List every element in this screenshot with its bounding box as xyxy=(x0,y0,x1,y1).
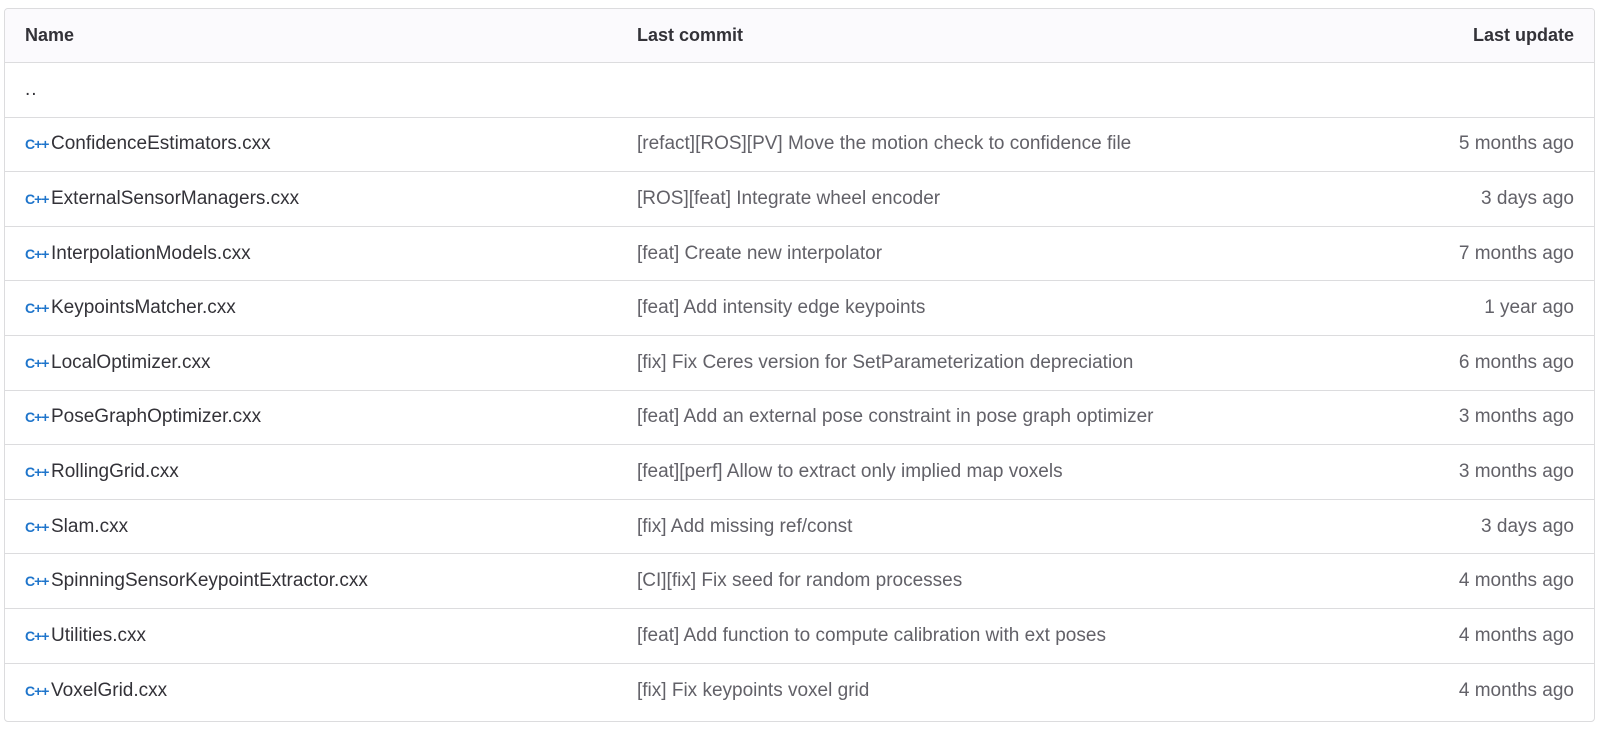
parent-directory-row[interactable]: .. xyxy=(5,63,1594,118)
file-name-link[interactable]: ConfidenceEstimators.cxx xyxy=(51,133,271,155)
file-name-link[interactable]: PoseGraphOptimizer.cxx xyxy=(51,406,261,428)
table-row[interactable]: C++ ExternalSensorManagers.cxx [ROS][fea… xyxy=(5,172,1594,227)
table-row[interactable]: C++ PoseGraphOptimizer.cxx [feat] Add an… xyxy=(5,391,1594,446)
cpp-file-icon: C++ xyxy=(25,190,49,207)
cpp-file-icon: C++ xyxy=(25,682,49,699)
table-row[interactable]: C++ LocalOptimizer.cxx [fix] Fix Ceres v… xyxy=(5,336,1594,391)
cpp-file-icon: C++ xyxy=(25,245,49,262)
last-update-time: 4 months ago xyxy=(1458,624,1574,646)
last-update-time: 3 months ago xyxy=(1458,460,1574,482)
file-name-cell: C++ InterpolationModels.cxx xyxy=(5,243,637,265)
cpp-file-icon: C++ xyxy=(25,354,49,371)
cpp-file-icon: C++ xyxy=(25,409,49,426)
file-name-link[interactable]: SpinningSensorKeypointExtractor.cxx xyxy=(51,570,368,592)
last-commit-message[interactable]: [ROS][feat] Integrate wheel encoder xyxy=(637,188,1234,210)
last-commit-message[interactable]: [feat][perf] Allow to extract only impli… xyxy=(637,461,1234,483)
file-name-cell: C++ KeypointsMatcher.cxx xyxy=(5,297,637,319)
last-commit-message[interactable]: [refact][ROS][PV] Move the motion check … xyxy=(637,133,1234,155)
table-row[interactable]: C++ VoxelGrid.cxx [fix] Fix keypoints vo… xyxy=(5,664,1594,719)
file-name-cell: C++ ConfidenceEstimators.cxx xyxy=(5,133,637,155)
table-row[interactable]: C++ ConfidenceEstimators.cxx [refact][RO… xyxy=(5,118,1594,173)
file-name-link[interactable]: KeypointsMatcher.cxx xyxy=(51,297,236,319)
file-name-link[interactable]: VoxelGrid.cxx xyxy=(51,680,167,702)
last-commit-message[interactable]: [fix] Fix Ceres version for SetParameter… xyxy=(637,352,1234,374)
file-name-link[interactable]: InterpolationModels.cxx xyxy=(51,243,251,265)
cpp-file-icon: C++ xyxy=(25,627,49,644)
file-name-cell: C++ ExternalSensorManagers.cxx xyxy=(5,188,637,210)
last-commit-message[interactable]: [feat] Add function to compute calibrati… xyxy=(637,625,1234,647)
file-name-link[interactable]: ExternalSensorManagers.cxx xyxy=(51,188,299,210)
table-row[interactable]: C++ RollingGrid.cxx [feat][perf] Allow t… xyxy=(5,445,1594,500)
last-update-time: 3 days ago xyxy=(1481,515,1574,537)
table-row[interactable]: C++ Slam.cxx [fix] Add missing ref/const… xyxy=(5,500,1594,555)
file-name-cell: C++ PoseGraphOptimizer.cxx xyxy=(5,406,637,428)
file-name-cell: C++ RollingGrid.cxx xyxy=(5,461,637,483)
file-name-cell: C++ LocalOptimizer.cxx xyxy=(5,352,637,374)
last-commit-message[interactable]: [fix] Fix keypoints voxel grid xyxy=(637,680,1234,702)
file-name-link[interactable]: LocalOptimizer.cxx xyxy=(51,352,210,374)
last-update-time: 4 months ago xyxy=(1458,570,1574,592)
last-commit-message[interactable]: [feat] Add an external pose constraint i… xyxy=(637,406,1234,428)
cpp-file-icon: C++ xyxy=(25,136,49,153)
cpp-file-icon: C++ xyxy=(25,518,49,535)
file-name-cell: C++ Slam.cxx xyxy=(5,516,637,538)
table-row[interactable]: C++ SpinningSensorKeypointExtractor.cxx … xyxy=(5,554,1594,609)
column-header-last-commit: Last commit xyxy=(637,25,744,45)
table-row[interactable]: C++ Utilities.cxx [feat] Add function to… xyxy=(5,609,1594,664)
last-update-time: 3 months ago xyxy=(1458,406,1574,428)
parent-directory-link[interactable]: .. xyxy=(25,79,38,101)
file-name-link[interactable]: RollingGrid.cxx xyxy=(51,461,179,483)
file-name-cell: C++ SpinningSensorKeypointExtractor.cxx xyxy=(5,570,637,592)
last-commit-message[interactable]: [fix] Add missing ref/const xyxy=(637,516,1234,538)
table-row[interactable]: C++ KeypointsMatcher.cxx [feat] Add inte… xyxy=(5,281,1594,336)
file-name-cell: C++ Utilities.cxx xyxy=(5,625,637,647)
last-commit-message[interactable]: [feat] Create new interpolator xyxy=(637,243,1234,265)
cpp-file-icon: C++ xyxy=(25,463,49,480)
file-name-link[interactable]: Slam.cxx xyxy=(51,516,128,538)
last-commit-message[interactable]: [CI][fix] Fix seed for random processes xyxy=(637,570,1234,592)
last-update-time: 3 days ago xyxy=(1481,187,1574,209)
file-name-link[interactable]: Utilities.cxx xyxy=(51,625,146,647)
last-update-time: 6 months ago xyxy=(1458,351,1574,373)
table-header: Name Last commit Last update xyxy=(5,9,1594,63)
last-update-time: 1 year ago xyxy=(1484,297,1574,319)
column-header-last-update: Last update xyxy=(1472,25,1574,45)
file-name-cell: C++ VoxelGrid.cxx xyxy=(5,680,637,702)
column-header-name: Name xyxy=(25,25,75,45)
file-table: Name Last commit Last update .. C++ Conf… xyxy=(4,8,1595,722)
cpp-file-icon: C++ xyxy=(25,573,49,590)
cpp-file-icon: C++ xyxy=(25,300,49,317)
last-commit-message[interactable]: [feat] Add intensity edge keypoints xyxy=(637,297,1234,319)
last-update-time: 7 months ago xyxy=(1458,242,1574,264)
last-update-time: 5 months ago xyxy=(1458,133,1574,155)
last-update-time: 4 months ago xyxy=(1458,679,1574,701)
table-row[interactable]: C++ InterpolationModels.cxx [feat] Creat… xyxy=(5,227,1594,282)
